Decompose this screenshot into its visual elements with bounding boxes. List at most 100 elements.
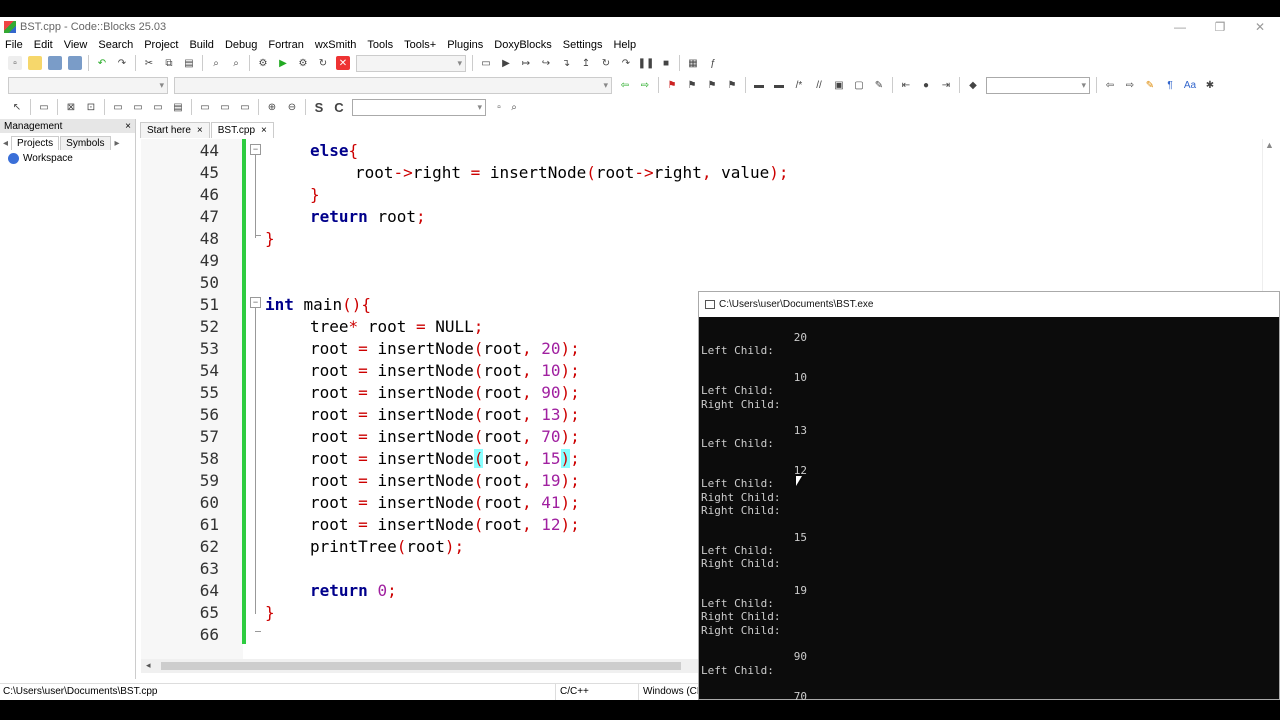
undo-icon[interactable]: ↶	[95, 56, 109, 70]
cut-icon[interactable]: ✂	[142, 56, 156, 70]
build-run-icon[interactable]: ⚙	[296, 56, 310, 70]
scroll-up-icon[interactable]: ▲	[1263, 140, 1276, 150]
widget-a-icon[interactable]: ⊠	[64, 100, 78, 114]
run-to-cursor-icon[interactable]: ↦	[519, 56, 533, 70]
save-icon[interactable]	[48, 56, 62, 70]
info-icon[interactable]: ƒ	[706, 56, 720, 70]
zoom-out-icon[interactable]: ⊖	[285, 100, 299, 114]
bookmark-toggle-icon[interactable]: ⚑	[665, 78, 679, 92]
step-instruction-icon[interactable]: ↷	[619, 56, 633, 70]
management-close-button[interactable]: ×	[125, 121, 131, 132]
tab-start-here[interactable]: Start here ×	[140, 122, 210, 138]
widget-g-icon[interactable]: ▭	[198, 100, 212, 114]
menu-search[interactable]: Search	[98, 39, 133, 51]
bookmark-clear-icon[interactable]: ⚑	[725, 78, 739, 92]
tab-bst-cpp-close[interactable]: ×	[261, 125, 267, 136]
c-icon[interactable]: C	[332, 100, 346, 115]
debug-window-icon[interactable]: ▭	[479, 56, 493, 70]
horizontal-scroll-thumb[interactable]	[161, 662, 681, 670]
paste-icon[interactable]: ▤	[182, 56, 196, 70]
open-folder-icon[interactable]	[28, 56, 42, 70]
menu-build[interactable]: Build	[189, 39, 213, 51]
minimize-button[interactable]: —	[1160, 17, 1200, 37]
widget-c-icon[interactable]: ▭	[111, 100, 125, 114]
record-icon[interactable]: ●	[919, 78, 933, 92]
scope-combo[interactable]: ▾	[8, 76, 168, 94]
stop-debug-icon[interactable]: ■	[659, 56, 673, 70]
search-combo[interactable]: ▾	[986, 76, 1090, 94]
pointer-icon[interactable]: ↖	[10, 100, 24, 114]
fold-toggle-icon[interactable]: −	[250, 144, 261, 155]
small-box-icon[interactable]: ▫	[492, 100, 506, 114]
menu-project[interactable]: Project	[144, 39, 178, 51]
tab-start-here-close[interactable]: ×	[197, 125, 203, 136]
stream-comment-icon[interactable]: //	[812, 78, 826, 92]
console-window[interactable]: C:\Users\user\Documents\BST.exe 20 Left C…	[698, 291, 1280, 703]
menu-tools-plus[interactable]: Tools+	[404, 39, 436, 51]
menu-doxyblocks[interactable]: DoxyBlocks	[494, 39, 551, 51]
uncomment-icon[interactable]: ▬	[772, 78, 786, 92]
tag-icon[interactable]: ◆	[966, 78, 980, 92]
box-comment-icon[interactable]: ▣	[832, 78, 846, 92]
step-into-icon[interactable]: ↴	[559, 56, 573, 70]
match-brace-icon[interactable]: ▢	[852, 78, 866, 92]
fold-toggle-icon[interactable]: −	[250, 297, 261, 308]
workspace-tree-item[interactable]: Workspace	[8, 153, 135, 164]
tab-symbols[interactable]: Symbols	[60, 136, 111, 150]
menu-settings[interactable]: Settings	[563, 39, 603, 51]
run-icon[interactable]: ▶	[276, 56, 290, 70]
tab-bst-cpp[interactable]: BST.cpp ×	[210, 122, 274, 138]
new-file-icon[interactable]: ▫	[8, 56, 22, 70]
bookmark-prev-icon[interactable]: ⚑	[685, 78, 699, 92]
menu-debug[interactable]: Debug	[225, 39, 257, 51]
redo-icon[interactable]: ↷	[115, 56, 129, 70]
widget-i-icon[interactable]: ▭	[238, 100, 252, 114]
widget-f-icon[interactable]: ▤	[171, 100, 185, 114]
toggle-comment-icon[interactable]: /*	[792, 78, 806, 92]
widget-b-icon[interactable]: ⊡	[84, 100, 98, 114]
find-icon[interactable]: ⌕	[209, 56, 223, 70]
next-instruction-icon[interactable]: ↻	[599, 56, 613, 70]
prev-icon[interactable]: ⇤	[899, 78, 913, 92]
wand-icon[interactable]: ✱	[1203, 78, 1217, 92]
menu-plugins[interactable]: Plugins	[447, 39, 483, 51]
widget-h-icon[interactable]: ▭	[218, 100, 232, 114]
replace-icon[interactable]: ⌕	[229, 56, 243, 70]
rebuild-icon[interactable]: ↻	[316, 56, 330, 70]
restore-button[interactable]: ❐	[1200, 17, 1240, 37]
copy-icon[interactable]: ⧉	[162, 56, 176, 70]
step-out-icon[interactable]: ↥	[579, 56, 593, 70]
widget-frame-icon[interactable]: ▭	[37, 100, 51, 114]
menu-help[interactable]: Help	[613, 39, 636, 51]
tab-scroll-right-icon[interactable]: ▸	[112, 138, 123, 149]
jump-forward-icon[interactable]: ⇨	[638, 78, 652, 92]
tab-projects[interactable]: Projects	[11, 136, 60, 150]
bookmark-next-icon[interactable]: ⚑	[705, 78, 719, 92]
widget-d-icon[interactable]: ▭	[131, 100, 145, 114]
font-icon[interactable]: Aa	[1183, 78, 1197, 92]
pause-icon[interactable]: ❚❚	[638, 56, 655, 70]
menu-wxsmith[interactable]: wxSmith	[315, 39, 357, 51]
highlight-icon[interactable]: ✎	[872, 78, 886, 92]
format-icon[interactable]: ¶	[1163, 78, 1177, 92]
build-gear-icon[interactable]: ⚙	[256, 56, 270, 70]
s-icon[interactable]: S	[312, 100, 326, 115]
function-combo[interactable]: ▾	[174, 76, 612, 94]
widget-e-icon[interactable]: ▭	[151, 100, 165, 114]
scroll-left-icon[interactable]: ◂	[146, 660, 151, 671]
next-icon[interactable]: ⇥	[939, 78, 953, 92]
debug-windows-icon[interactable]: ▦	[686, 56, 700, 70]
build-target-combo[interactable]: ▾	[356, 54, 466, 72]
jump-back-icon[interactable]: ⇦	[618, 78, 632, 92]
next-line-icon[interactable]: ↪	[539, 56, 553, 70]
marker-icon[interactable]: ✎	[1143, 78, 1157, 92]
tab-scroll-left-icon[interactable]: ◂	[0, 138, 11, 149]
editor-horizontal-scrollbar[interactable]: ◂	[141, 659, 701, 673]
menu-fortran[interactable]: Fortran	[268, 39, 303, 51]
symbol-combo[interactable]: ▾	[352, 98, 486, 116]
save-all-icon[interactable]	[68, 56, 82, 70]
search-small-icon[interactable]: ⌕	[507, 100, 521, 114]
abort-icon[interactable]: ✕	[336, 56, 350, 70]
menu-tools[interactable]: Tools	[367, 39, 393, 51]
nav-forward-icon[interactable]: ⇨	[1123, 78, 1137, 92]
